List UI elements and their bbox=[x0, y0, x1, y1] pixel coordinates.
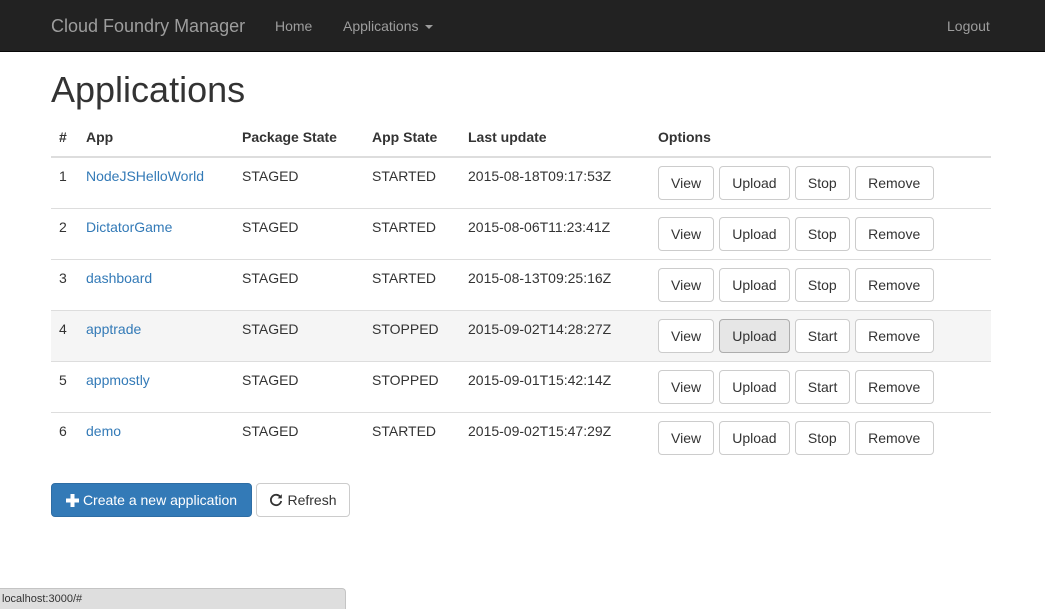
row-number: 3 bbox=[51, 258, 78, 310]
row-number: 6 bbox=[51, 411, 78, 463]
app-link[interactable]: NodeJSHelloWorld bbox=[86, 168, 204, 184]
upload-button[interactable]: Upload bbox=[718, 369, 790, 404]
nav-applications-dropdown[interactable]: Applications bbox=[343, 17, 433, 35]
app-link[interactable]: appmostly bbox=[86, 372, 150, 388]
row-options: View Upload Stop Remove bbox=[650, 258, 991, 310]
app-state: STOPPED bbox=[364, 360, 460, 412]
app-state: STOPPED bbox=[364, 309, 460, 361]
row-options: View Upload Stop Remove bbox=[650, 157, 991, 208]
app-state: STARTED bbox=[372, 168, 437, 184]
start-button[interactable]: Start bbox=[794, 369, 850, 404]
stop-button[interactable]: Stop bbox=[794, 216, 850, 251]
app-state: STARTED bbox=[364, 207, 460, 259]
remove-button[interactable]: Remove bbox=[854, 420, 934, 455]
refresh-button[interactable]: Refresh bbox=[256, 483, 350, 517]
status-url: localhost:3000/# bbox=[2, 593, 83, 605]
table-row: 3 dashboard STAGED STARTED 2015-08-13T09… bbox=[51, 258, 991, 310]
row-number: 4 bbox=[51, 309, 78, 361]
package-state: STAGED bbox=[242, 168, 299, 184]
page-title: Applications bbox=[51, 69, 246, 110]
header-last-update: Last update bbox=[460, 117, 650, 158]
view-button[interactable]: View bbox=[658, 369, 714, 404]
table-row: 1 NodeJSHelloWorld STAGED STARTED 2015-0… bbox=[51, 157, 991, 208]
app-link[interactable]: apptrade bbox=[86, 321, 141, 337]
header-app: App bbox=[78, 117, 234, 158]
view-button[interactable]: View bbox=[658, 216, 714, 251]
stop-button[interactable]: Stop bbox=[794, 166, 850, 200]
last-update: 2015-09-02T15:47:29Z bbox=[460, 411, 650, 463]
remove-button[interactable]: Remove bbox=[854, 267, 934, 302]
table-row: 4 apptrade STAGED STOPPED 2015-09-02T14:… bbox=[51, 309, 991, 361]
table-row: 5 appmostly STAGED STOPPED 2015-09-01T15… bbox=[51, 360, 991, 412]
start-button[interactable]: Start bbox=[794, 318, 850, 353]
remove-button[interactable]: Remove bbox=[854, 216, 934, 251]
header-package-state: Package State bbox=[234, 117, 364, 158]
row-options: View Upload Stop Remove bbox=[650, 207, 991, 259]
upload-button[interactable]: Upload bbox=[718, 318, 790, 353]
header-app-state: App State bbox=[364, 117, 460, 158]
row-number: 5 bbox=[51, 360, 78, 412]
refresh-icon bbox=[270, 493, 283, 507]
package-state: STAGED bbox=[234, 411, 364, 463]
remove-button[interactable]: Remove bbox=[854, 369, 934, 404]
app-link[interactable]: DictatorGame bbox=[86, 219, 172, 235]
view-button[interactable]: View bbox=[658, 318, 714, 353]
caret-down-icon bbox=[424, 25, 433, 30]
refresh-label: Refresh bbox=[287, 492, 337, 508]
view-button[interactable]: View bbox=[658, 166, 714, 200]
stop-button[interactable]: Stop bbox=[794, 267, 850, 302]
app-link[interactable]: dashboard bbox=[86, 270, 152, 286]
last-update: 2015-08-06T11:23:41Z bbox=[460, 207, 650, 259]
app-link[interactable]: demo bbox=[86, 423, 121, 439]
table-row: 2 DictatorGame STAGED STARTED 2015-08-06… bbox=[51, 207, 991, 259]
nav-home-link[interactable]: Home bbox=[275, 17, 312, 35]
create-application-button[interactable]: Create a new application bbox=[51, 483, 252, 517]
row-options: View Upload Start Remove bbox=[650, 309, 991, 361]
last-update: 2015-09-01T15:42:14Z bbox=[460, 360, 650, 412]
stop-button[interactable]: Stop bbox=[794, 420, 850, 455]
row-number: 1 bbox=[59, 168, 67, 184]
last-update: 2015-09-02T14:28:27Z bbox=[460, 309, 650, 361]
upload-button[interactable]: Upload bbox=[718, 166, 790, 200]
browser-status-bar: localhost:3000/# bbox=[0, 588, 346, 609]
navbar: Cloud Foundry Manager Home Applications … bbox=[0, 0, 1045, 52]
row-options: View Upload Start Remove bbox=[650, 360, 991, 412]
package-state: STAGED bbox=[234, 309, 364, 361]
package-state: STAGED bbox=[234, 360, 364, 412]
package-state: STAGED bbox=[234, 207, 364, 259]
upload-button[interactable]: Upload bbox=[718, 216, 790, 251]
plus-icon bbox=[65, 494, 79, 507]
applications-table: # App Package State App State Last updat… bbox=[51, 117, 991, 463]
view-button[interactable]: View bbox=[658, 420, 714, 455]
row-options: View Upload Stop Remove bbox=[650, 411, 991, 463]
app-state: STARTED bbox=[364, 258, 460, 310]
nav-applications-label: Applications bbox=[343, 18, 419, 34]
row-number: 2 bbox=[51, 207, 78, 259]
table-row: 6 demo STAGED STARTED 2015-09-02T15:47:2… bbox=[51, 411, 991, 463]
app-state: STARTED bbox=[364, 411, 460, 463]
package-state: STAGED bbox=[234, 258, 364, 310]
upload-button[interactable]: Upload bbox=[718, 267, 790, 302]
table-header-row: # App Package State App State Last updat… bbox=[51, 117, 991, 158]
remove-button[interactable]: Remove bbox=[854, 166, 934, 200]
header-number: # bbox=[51, 117, 78, 158]
header-options: Options bbox=[650, 117, 991, 158]
remove-button[interactable]: Remove bbox=[854, 318, 934, 353]
nav-logout-link[interactable]: Logout bbox=[947, 17, 990, 35]
last-update: 2015-08-13T09:25:16Z bbox=[460, 258, 650, 310]
view-button[interactable]: View bbox=[658, 267, 714, 302]
navbar-brand[interactable]: Cloud Foundry Manager bbox=[51, 15, 245, 37]
last-update: 2015-08-18T09:17:53Z bbox=[468, 168, 612, 184]
upload-button[interactable]: Upload bbox=[718, 420, 790, 455]
create-application-label: Create a new application bbox=[82, 492, 238, 508]
